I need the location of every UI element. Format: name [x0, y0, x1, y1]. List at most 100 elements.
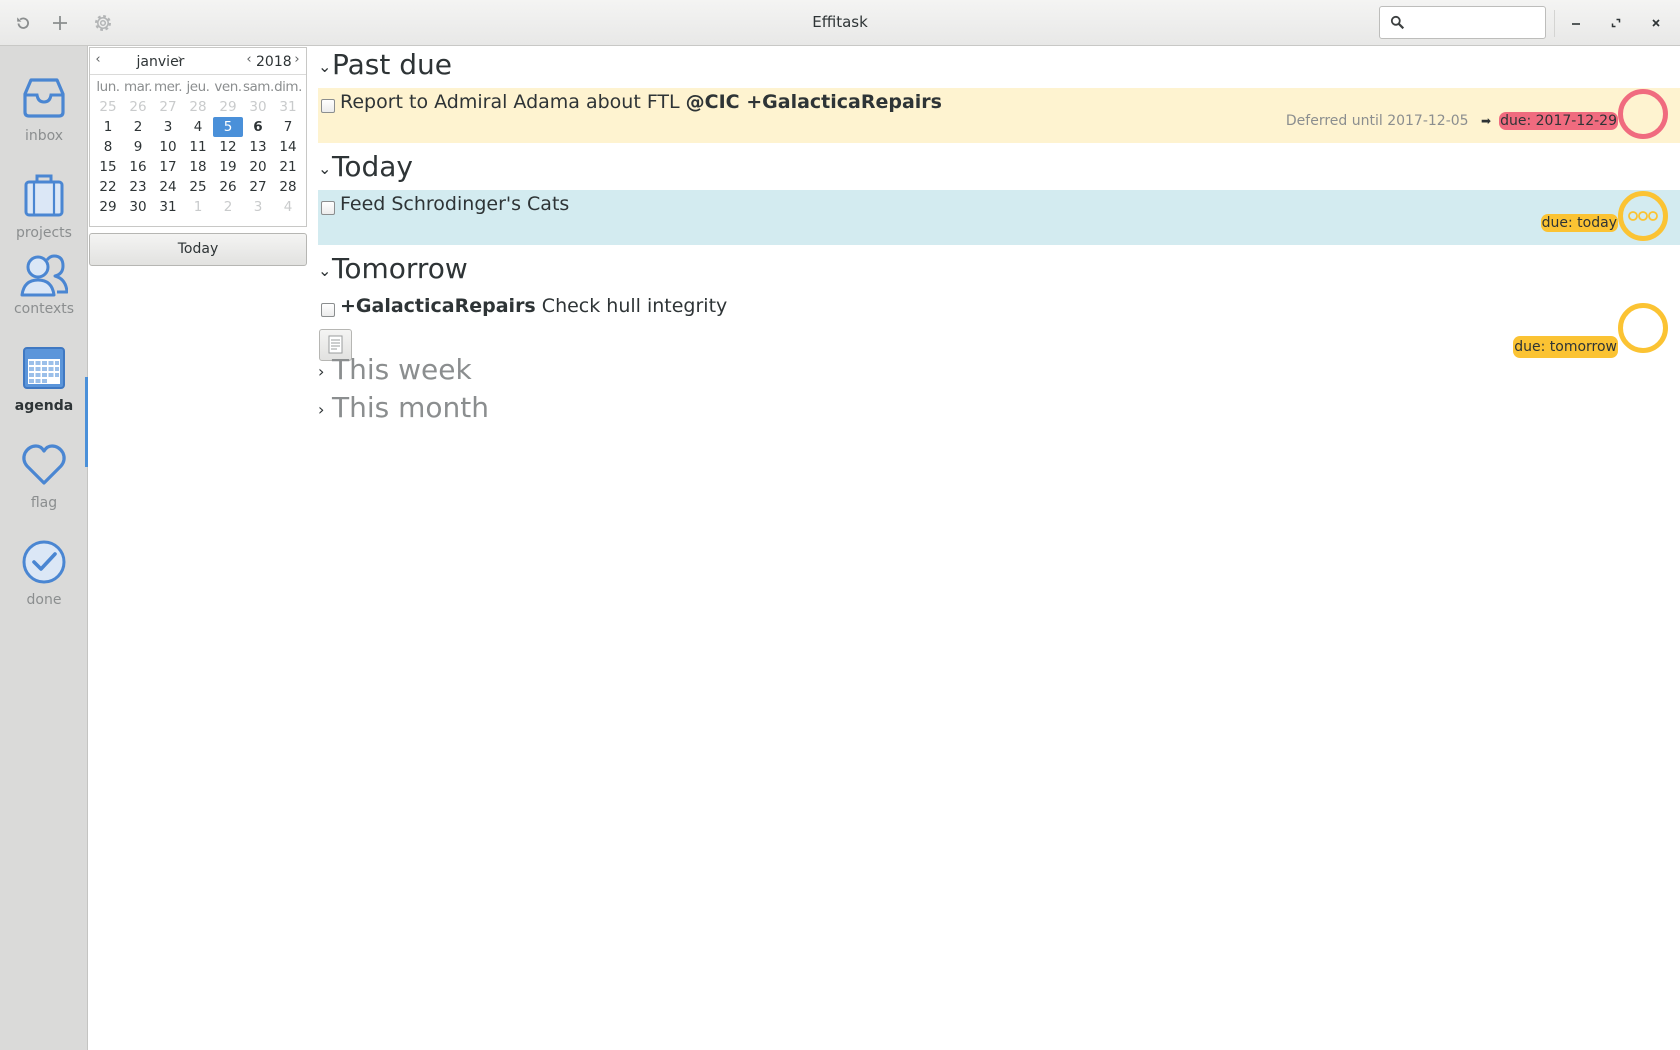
calendar-day[interactable]: 10: [153, 137, 183, 157]
calendar-day[interactable]: 15: [93, 157, 123, 177]
sidebar-item-done[interactable]: done: [0, 532, 88, 620]
calendar-day[interactable]: 19: [213, 157, 243, 177]
next-year-button[interactable]: ›: [290, 52, 304, 67]
section-this-week-header[interactable]: › This week: [318, 353, 472, 386]
calendar-day[interactable]: 31: [153, 197, 183, 217]
section-tomorrow-header[interactable]: ⌄Tomorrow: [318, 252, 468, 285]
chevron-down-icon: ⌄: [318, 56, 332, 76]
task-project: +GalacticaRepairs: [340, 295, 536, 317]
calendar-day[interactable]: 28: [273, 177, 303, 197]
calendar-day[interactable]: 2: [213, 197, 243, 217]
prev-year-button[interactable]: ‹: [242, 52, 256, 67]
task-meta: due: today: [1540, 214, 1618, 232]
weekday-label: lun.: [96, 79, 120, 95]
calendar-day[interactable]: 9: [123, 137, 153, 157]
calendar-day[interactable]: 29: [93, 197, 123, 217]
calendar-day[interactable]: 17: [153, 157, 183, 177]
calendar-month: janvier: [136, 54, 185, 70]
calendar-day[interactable]: 4: [183, 117, 213, 137]
sidebar-item-contexts[interactable]: contexts: [0, 246, 88, 334]
calendar-week-row: 15 16 17 18 19 20 21: [93, 157, 303, 177]
calendar-day[interactable]: 21: [273, 157, 303, 177]
calendar-day[interactable]: 8: [93, 137, 123, 157]
task-checkbox[interactable]: [321, 99, 335, 113]
header-separator: [1554, 10, 1555, 37]
calendar-grid: lun. mar. mer. jeu. ven. sam. dim. 25 26…: [93, 77, 303, 217]
refresh-icon: [17, 17, 29, 29]
minimize-button[interactable]: [1561, 8, 1591, 38]
checkmark-icon: [22, 540, 66, 584]
calendar-day[interactable]: 23: [123, 177, 153, 197]
calendar-day[interactable]: 18: [183, 157, 213, 177]
inbox-icon: [23, 78, 65, 118]
calendar-day[interactable]: 11: [183, 137, 213, 157]
today-button[interactable]: Today: [89, 233, 307, 266]
calendar-day[interactable]: 3: [153, 117, 183, 137]
progress-ring-icon[interactable]: [1618, 303, 1668, 353]
section-this-month-header[interactable]: › This month: [318, 391, 489, 424]
section-today-header[interactable]: ⌄Today: [318, 150, 413, 183]
calendar-day[interactable]: 14: [273, 137, 303, 157]
calendar-day[interactable]: 13: [243, 137, 273, 157]
calendar-day[interactable]: 7: [273, 117, 303, 137]
calendar-day-selected[interactable]: 5: [213, 117, 243, 137]
calendar-widget: ‹ janvier › ‹ 2018 › lun. mar. mer. jeu.…: [89, 47, 307, 227]
section-past-due-header[interactable]: ⌄Past due: [318, 48, 452, 81]
sidebar-item-inbox[interactable]: inbox: [0, 68, 88, 156]
sidebar: inbox projects contexts agenda flag done: [0, 46, 88, 1050]
search-input[interactable]: [1412, 12, 1541, 34]
calendar-day[interactable]: 1: [93, 117, 123, 137]
plus-icon: [53, 16, 67, 30]
calendar-day[interactable]: 3: [243, 197, 273, 217]
add-task-button[interactable]: [45, 8, 75, 38]
calendar-day[interactable]: 20: [243, 157, 273, 177]
calendar-day[interactable]: 30: [243, 97, 273, 117]
calendar-day-today[interactable]: 6: [243, 117, 273, 137]
search-field[interactable]: [1379, 6, 1546, 39]
next-month-button[interactable]: ›: [173, 52, 187, 67]
task-meta: due: tomorrow: [1513, 336, 1618, 358]
calendar-day[interactable]: 4: [273, 197, 303, 217]
task-row-today[interactable]: Feed Schrodinger's Cats due: today: [318, 190, 1680, 245]
calendar-day[interactable]: 24: [153, 177, 183, 197]
calendar-day[interactable]: 12: [213, 137, 243, 157]
calendar-day[interactable]: 2: [123, 117, 153, 137]
task-checkbox[interactable]: [321, 201, 335, 215]
progress-ring-icon[interactable]: [1618, 89, 1668, 139]
calendar-day[interactable]: 30: [123, 197, 153, 217]
calendar-day[interactable]: 26: [123, 97, 153, 117]
minimize-icon: [1572, 23, 1580, 25]
weekday-header-row: lun. mar. mer. jeu. ven. sam. dim.: [93, 77, 303, 97]
task-title: +GalacticaRepairs Check hull integrity: [340, 295, 727, 317]
settings-button[interactable]: [88, 8, 118, 38]
sidebar-item-agenda[interactable]: agenda: [0, 338, 88, 426]
calendar-day[interactable]: 25: [183, 177, 213, 197]
search-icon: [1390, 15, 1405, 30]
sidebar-item-projects[interactable]: projects: [0, 165, 88, 253]
sidebar-item-flag[interactable]: flag: [0, 435, 88, 523]
section-title-past-due: Past due: [332, 48, 452, 81]
heart-icon: [22, 444, 66, 485]
sidebar-label-contexts: contexts: [13, 301, 75, 317]
refresh-button[interactable]: [8, 8, 38, 38]
calendar-day[interactable]: 29: [213, 97, 243, 117]
selected-day-label: 5: [213, 117, 243, 137]
calendar-day[interactable]: 1: [183, 197, 213, 217]
task-checkbox[interactable]: [321, 303, 335, 317]
in-progress-ring-icon[interactable]: [1618, 191, 1668, 241]
calendar-day[interactable]: 26: [213, 177, 243, 197]
calendar-day[interactable]: 22: [93, 177, 123, 197]
maximize-button[interactable]: [1601, 8, 1631, 38]
task-row-past-due[interactable]: Report to Admiral Adama about FTL @CIC +…: [318, 88, 1680, 143]
calendar-day[interactable]: 27: [243, 177, 273, 197]
section-title-today: Today: [332, 150, 413, 183]
task-row-tomorrow[interactable]: +GalacticaRepairs Check hull integrity d…: [318, 292, 1680, 368]
calendar-day[interactable]: 31: [273, 97, 303, 117]
header-bar: Effitask: [0, 0, 1680, 46]
calendar-day[interactable]: 25: [93, 97, 123, 117]
prev-month-button[interactable]: ‹: [91, 52, 105, 67]
calendar-day[interactable]: 27: [153, 97, 183, 117]
calendar-day[interactable]: 28: [183, 97, 213, 117]
close-button[interactable]: [1641, 8, 1671, 38]
calendar-day[interactable]: 16: [123, 157, 153, 177]
